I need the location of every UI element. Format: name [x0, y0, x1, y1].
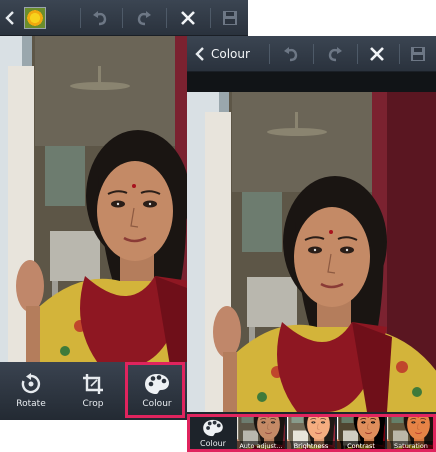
undo-icon	[93, 11, 107, 26]
close-icon	[370, 47, 384, 61]
chevron-left-icon	[5, 11, 14, 25]
redo-icon	[328, 47, 342, 62]
filter-strip-highlight	[187, 414, 436, 452]
crop-label: Crop	[82, 399, 104, 409]
screen-title: Colour	[211, 47, 250, 61]
undo-button[interactable]	[273, 36, 309, 72]
close-button[interactable]	[170, 0, 206, 36]
undo-button[interactable]	[82, 0, 118, 36]
top-toolbar	[0, 0, 248, 36]
flower-thumbnail-icon[interactable]	[24, 7, 46, 29]
rotate-icon	[21, 373, 41, 394]
crop-tool-button[interactable]: Crop	[62, 362, 124, 420]
redo-button[interactable]	[126, 0, 162, 36]
save-icon	[411, 47, 425, 61]
close-button[interactable]	[359, 36, 395, 72]
redo-icon	[137, 11, 151, 26]
save-button[interactable]	[400, 36, 436, 72]
undo-icon	[284, 47, 298, 62]
back-button[interactable]	[0, 0, 20, 36]
rotate-label: Rotate	[16, 399, 46, 409]
filter-strip: Colour Auto adjust... Brightness Contras…	[187, 414, 436, 452]
back-button[interactable]	[193, 36, 207, 72]
top-toolbar: Colour	[187, 36, 436, 72]
crop-icon	[83, 374, 103, 394]
save-button[interactable]	[212, 0, 248, 36]
save-icon	[223, 11, 237, 25]
rotate-tool-button[interactable]: Rotate	[0, 362, 62, 420]
close-icon	[181, 11, 195, 25]
top-dark-band	[187, 72, 436, 92]
right-colour-screen: Colour Colour Auto adjust... Brightness …	[187, 36, 436, 452]
colour-highlight	[125, 362, 185, 418]
photo-canvas	[187, 72, 436, 414]
redo-button[interactable]	[317, 36, 353, 72]
chevron-left-icon	[195, 47, 204, 61]
